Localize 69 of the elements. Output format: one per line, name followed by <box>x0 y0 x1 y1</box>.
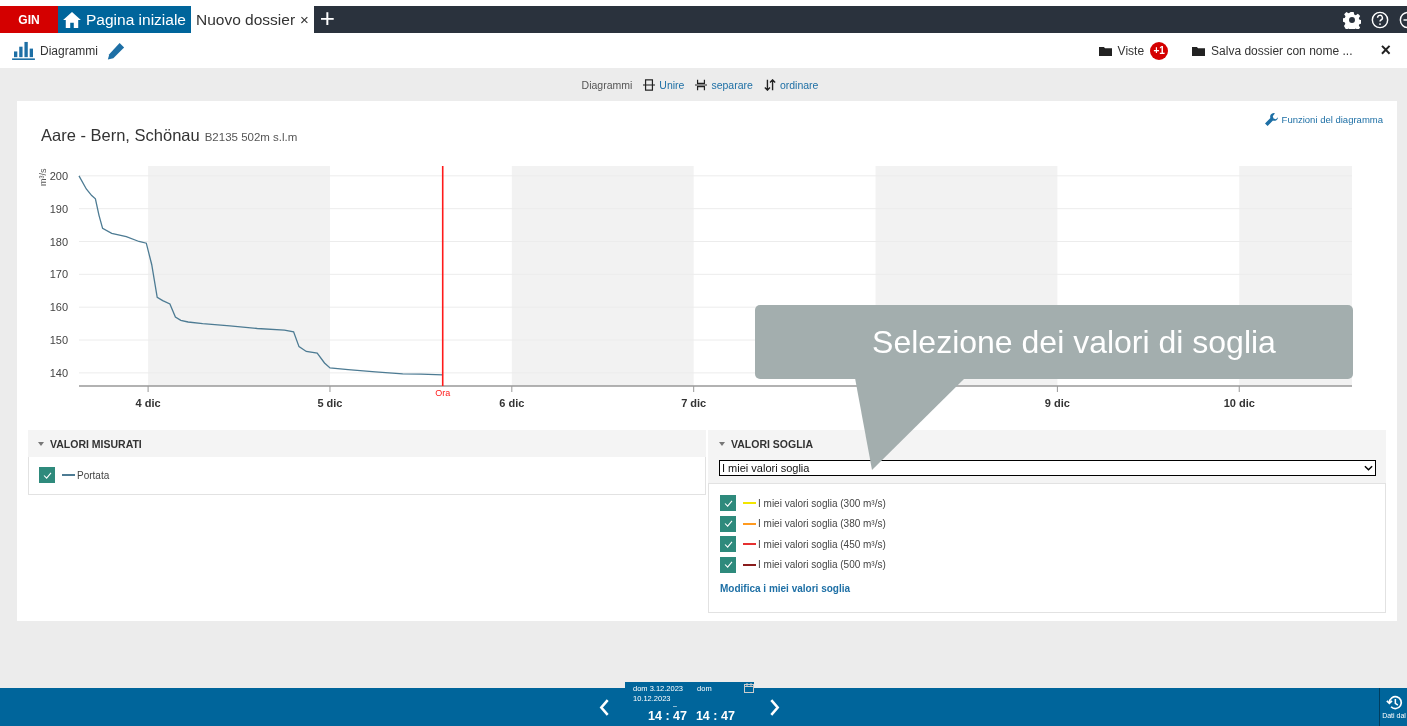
sort-icon <box>763 78 776 91</box>
check-icon <box>42 471 52 479</box>
panel-header[interactable]: VALORI MISURATI <box>28 430 706 457</box>
panel-header[interactable]: VALORI SOGLIA I miei valori soglia <box>708 430 1386 483</box>
checkbox[interactable] <box>720 556 736 573</box>
x-tick-label: 4 dic <box>135 397 161 409</box>
checkbox[interactable] <box>720 515 736 532</box>
brand-logo[interactable]: GIN <box>0 6 58 33</box>
y-tick-label: 200 <box>49 169 68 182</box>
chart-title: Aare - Bern, Schönau <box>41 126 200 145</box>
start-time: 14 : 47 <box>648 709 687 723</box>
check-icon <box>723 499 733 507</box>
x-tick-label: 9 dic <box>1044 397 1070 409</box>
folder-icon <box>1098 45 1112 56</box>
x-tick-label: 10 dic <box>1223 397 1255 409</box>
station-info: B2135 502m s.l.m <box>204 131 298 143</box>
edit-thresholds-link[interactable]: Modifica i miei valori soglia <box>720 583 851 594</box>
join-button[interactable]: Unire <box>643 78 685 91</box>
x-tick-label: 6 dic <box>499 397 525 409</box>
check-icon <box>723 561 733 569</box>
checkbox[interactable] <box>720 536 736 553</box>
history-icon <box>1385 694 1403 711</box>
y-tick-label: 140 <box>49 366 68 379</box>
series-label: Portata <box>77 469 110 481</box>
merge-icon <box>643 78 656 91</box>
x-tick-label: 7 dic <box>681 397 707 409</box>
x-tick-label: 5 dic <box>317 397 343 409</box>
y-tick-label: 160 <box>49 301 68 314</box>
y-tick-label: 150 <box>49 334 68 347</box>
tab[interactable]: Pagina iniziale <box>58 6 191 33</box>
chevron-down-icon <box>1364 465 1373 471</box>
check-icon <box>723 520 733 528</box>
checkbox[interactable] <box>39 467 55 484</box>
help-icon[interactable] <box>1371 10 1389 29</box>
calendar-icon[interactable] <box>743 683 754 693</box>
folder-icon <box>1192 45 1206 56</box>
threshold-label: I miei valori soglia (380 m³/s) <box>758 518 886 530</box>
checkbox[interactable] <box>720 495 736 512</box>
panel-title: VALORI MISURATI <box>50 437 142 450</box>
threshold-select[interactable]: I miei valori soglia <box>719 460 1376 476</box>
y-tick-label: 180 <box>49 235 68 248</box>
split-button[interactable]: separare <box>695 78 753 91</box>
bar-chart-icon <box>12 41 35 60</box>
tab[interactable]: Nuovo dossier × <box>190 6 314 33</box>
save-dossier-button[interactable]: Salva dossier con nome ... <box>1192 43 1353 58</box>
chart-functions-link[interactable]: Funzioni del diagramma <box>1264 113 1383 126</box>
toolbar-label: Diagrammi <box>581 78 633 91</box>
views-button[interactable]: Viste +1 <box>1098 41 1169 60</box>
y-tick-label: 170 <box>49 268 68 281</box>
wrench-icon <box>1264 113 1278 126</box>
pencil-icon[interactable] <box>107 41 125 60</box>
settings-icon[interactable] <box>1343 10 1361 29</box>
page-title: Diagrammi <box>40 43 98 58</box>
notification-badge: +1 <box>1150 41 1169 60</box>
threshold-label: I miei valori soglia (450 m³/s) <box>758 538 886 550</box>
threshold-label: I miei valori soglia (300 m³/s) <box>758 497 886 509</box>
y-axis-label: m³/s <box>38 168 48 186</box>
home-icon <box>63 11 81 28</box>
end-time: 14 : 47 <box>695 709 735 723</box>
close-tab-button[interactable]: × <box>300 11 309 28</box>
split-icon <box>695 78 708 91</box>
sort-button[interactable]: ordinare <box>763 78 819 91</box>
panel-title: VALORI SOGLIA <box>731 437 814 450</box>
threshold-label: I miei valori soglia (500 m³/s) <box>758 559 886 571</box>
now-label: Ora <box>435 388 451 398</box>
check-icon <box>723 540 733 548</box>
add-tab-button[interactable]: + <box>313 6 341 33</box>
y-tick-label: 190 <box>49 202 68 215</box>
close-button[interactable]: × <box>1380 40 1391 61</box>
